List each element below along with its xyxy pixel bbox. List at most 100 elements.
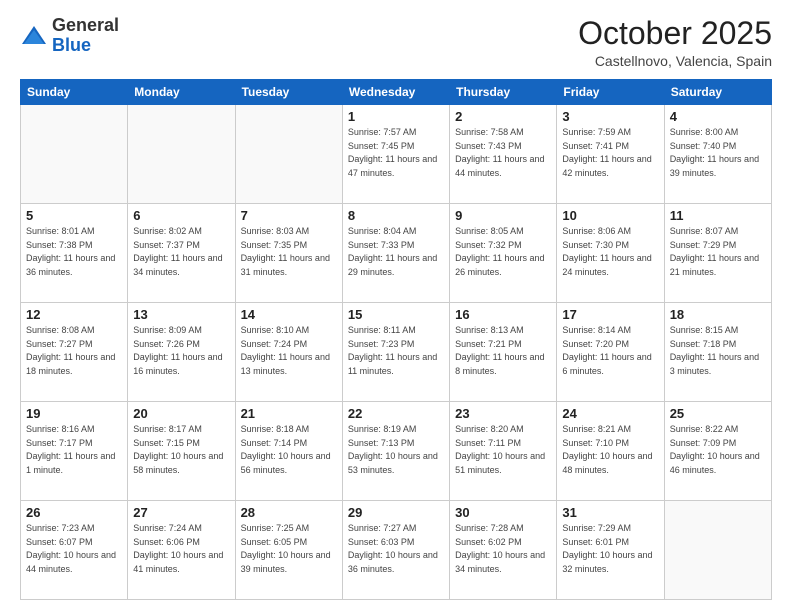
calendar-cell: 11 Sunrise: 8:07 AMSunset: 7:29 PMDayligh…: [664, 204, 771, 303]
day-info: Sunrise: 8:13 AMSunset: 7:21 PMDaylight:…: [455, 324, 551, 378]
day-info: Sunrise: 8:16 AMSunset: 7:17 PMDaylight:…: [26, 423, 122, 477]
calendar-cell: 19 Sunrise: 8:16 AMSunset: 7:17 PMDayligh…: [21, 402, 128, 501]
day-number: 11: [670, 208, 766, 223]
calendar-cell: 5 Sunrise: 8:01 AMSunset: 7:38 PMDaylight…: [21, 204, 128, 303]
calendar-cell: 28 Sunrise: 7:25 AMSunset: 6:05 PMDayligh…: [235, 501, 342, 600]
day-number: 22: [348, 406, 444, 421]
calendar-cell: 8Sunrise: 8:04 AMSunset: 7:33 PMDaylight…: [342, 204, 449, 303]
day-number: 4: [670, 109, 766, 124]
calendar-cell: 20 Sunrise: 8:17 AMSunset: 7:15 PMDayligh…: [128, 402, 235, 501]
day-number: 24: [562, 406, 658, 421]
calendar-week-1: 1 Sunrise: 7:57 AMSunset: 7:45 PMDaylight…: [21, 105, 772, 204]
day-number: 31: [562, 505, 658, 520]
day-number: 14: [241, 307, 337, 322]
calendar-cell: [128, 105, 235, 204]
calendar-cell: 26 Sunrise: 7:23 AMSunset: 6:07 PMDayligh…: [21, 501, 128, 600]
calendar-cell: 24 Sunrise: 8:21 AMSunset: 7:10 PMDayligh…: [557, 402, 664, 501]
day-number: 6: [133, 208, 229, 223]
col-saturday: Saturday: [664, 80, 771, 105]
day-number: 26: [26, 505, 122, 520]
day-number: 10: [562, 208, 658, 223]
day-number: 2: [455, 109, 551, 124]
day-number: 25: [670, 406, 766, 421]
day-info: Sunrise: 7:57 AMSunset: 7:45 PMDaylight:…: [348, 126, 444, 180]
day-info: Sunrise: 8:18 AMSunset: 7:14 PMDaylight:…: [241, 423, 337, 477]
calendar-week-3: 12 Sunrise: 8:08 AMSunset: 7:27 PMDayligh…: [21, 303, 772, 402]
calendar-week-4: 19 Sunrise: 8:16 AMSunset: 7:17 PMDayligh…: [21, 402, 772, 501]
calendar-cell: 18 Sunrise: 8:15 AMSunset: 7:18 PMDayligh…: [664, 303, 771, 402]
calendar-table: Sunday Monday Tuesday Wednesday Thursday…: [20, 79, 772, 600]
day-info: Sunrise: 8:15 AMSunset: 7:18 PMDaylight:…: [670, 324, 766, 378]
day-info: Sunrise: 8:04 AMSunset: 7:33 PMDaylight:…: [348, 225, 444, 279]
day-number: 27: [133, 505, 229, 520]
calendar-cell: 30Sunrise: 7:28 AMSunset: 6:02 PMDayligh…: [450, 501, 557, 600]
calendar-cell: 31Sunrise: 7:29 AMSunset: 6:01 PMDayligh…: [557, 501, 664, 600]
calendar-week-2: 5 Sunrise: 8:01 AMSunset: 7:38 PMDaylight…: [21, 204, 772, 303]
day-number: 19: [26, 406, 122, 421]
calendar-cell: 10 Sunrise: 8:06 AMSunset: 7:30 PMDayligh…: [557, 204, 664, 303]
day-number: 3: [562, 109, 658, 124]
calendar-cell: 1 Sunrise: 7:57 AMSunset: 7:45 PMDaylight…: [342, 105, 449, 204]
calendar-cell: 12 Sunrise: 8:08 AMSunset: 7:27 PMDayligh…: [21, 303, 128, 402]
day-info: Sunrise: 8:11 AMSunset: 7:23 PMDaylight:…: [348, 324, 444, 378]
day-info: Sunrise: 8:22 AMSunset: 7:09 PMDaylight:…: [670, 423, 766, 477]
day-info: Sunrise: 7:58 AMSunset: 7:43 PMDaylight:…: [455, 126, 551, 180]
calendar-cell: 29 Sunrise: 7:27 AMSunset: 6:03 PMDayligh…: [342, 501, 449, 600]
day-number: 15: [348, 307, 444, 322]
logo-general: General: [52, 15, 119, 35]
day-info: Sunrise: 8:01 AMSunset: 7:38 PMDaylight:…: [26, 225, 122, 279]
calendar-week-5: 26 Sunrise: 7:23 AMSunset: 6:07 PMDayligh…: [21, 501, 772, 600]
day-info: Sunrise: 8:19 AMSunset: 7:13 PMDaylight:…: [348, 423, 444, 477]
logo-text: General Blue: [52, 16, 119, 56]
calendar-cell: 14 Sunrise: 8:10 AMSunset: 7:24 PMDayligh…: [235, 303, 342, 402]
day-info: Sunrise: 8:21 AMSunset: 7:10 PMDaylight:…: [562, 423, 658, 477]
day-info: Sunrise: 8:10 AMSunset: 7:24 PMDaylight:…: [241, 324, 337, 378]
calendar-cell: 16Sunrise: 8:13 AMSunset: 7:21 PMDayligh…: [450, 303, 557, 402]
day-info: Sunrise: 7:23 AMSunset: 6:07 PMDaylight:…: [26, 522, 122, 576]
day-info: Sunrise: 8:20 AMSunset: 7:11 PMDaylight:…: [455, 423, 551, 477]
day-info: Sunrise: 8:08 AMSunset: 7:27 PMDaylight:…: [26, 324, 122, 378]
header: General Blue October 2025 Castellnovo, V…: [20, 16, 772, 69]
day-info: Sunrise: 8:07 AMSunset: 7:29 PMDaylight:…: [670, 225, 766, 279]
day-number: 28: [241, 505, 337, 520]
day-number: 20: [133, 406, 229, 421]
calendar-cell: 7Sunrise: 8:03 AMSunset: 7:35 PMDaylight…: [235, 204, 342, 303]
day-info: Sunrise: 7:27 AMSunset: 6:03 PMDaylight:…: [348, 522, 444, 576]
day-number: 12: [26, 307, 122, 322]
day-info: Sunrise: 8:02 AMSunset: 7:37 PMDaylight:…: [133, 225, 229, 279]
day-info: Sunrise: 7:25 AMSunset: 6:05 PMDaylight:…: [241, 522, 337, 576]
day-number: 17: [562, 307, 658, 322]
day-number: 1: [348, 109, 444, 124]
page: General Blue October 2025 Castellnovo, V…: [0, 0, 792, 612]
calendar-cell: 3Sunrise: 7:59 AMSunset: 7:41 PMDaylight…: [557, 105, 664, 204]
title-area: October 2025 Castellnovo, Valencia, Spai…: [578, 16, 772, 69]
day-info: Sunrise: 7:24 AMSunset: 6:06 PMDaylight:…: [133, 522, 229, 576]
day-info: Sunrise: 7:28 AMSunset: 6:02 PMDaylight:…: [455, 522, 551, 576]
logo: General Blue: [20, 16, 119, 56]
day-number: 18: [670, 307, 766, 322]
location: Castellnovo, Valencia, Spain: [578, 53, 772, 69]
calendar-cell: [235, 105, 342, 204]
calendar-header-row: Sunday Monday Tuesday Wednesday Thursday…: [21, 80, 772, 105]
calendar-cell: 13Sunrise: 8:09 AMSunset: 7:26 PMDayligh…: [128, 303, 235, 402]
col-sunday: Sunday: [21, 80, 128, 105]
logo-blue: Blue: [52, 35, 91, 55]
calendar-cell: 2 Sunrise: 7:58 AMSunset: 7:43 PMDaylight…: [450, 105, 557, 204]
calendar-cell: [664, 501, 771, 600]
day-number: 21: [241, 406, 337, 421]
day-info: Sunrise: 8:05 AMSunset: 7:32 PMDaylight:…: [455, 225, 551, 279]
day-number: 9: [455, 208, 551, 223]
day-info: Sunrise: 8:00 AMSunset: 7:40 PMDaylight:…: [670, 126, 766, 180]
day-number: 29: [348, 505, 444, 520]
calendar-cell: 22 Sunrise: 8:19 AMSunset: 7:13 PMDayligh…: [342, 402, 449, 501]
day-number: 5: [26, 208, 122, 223]
calendar-cell: 25 Sunrise: 8:22 AMSunset: 7:09 PMDayligh…: [664, 402, 771, 501]
col-thursday: Thursday: [450, 80, 557, 105]
calendar-cell: 21 Sunrise: 8:18 AMSunset: 7:14 PMDayligh…: [235, 402, 342, 501]
day-info: Sunrise: 8:09 AMSunset: 7:26 PMDaylight:…: [133, 324, 229, 378]
month-title: October 2025: [578, 16, 772, 51]
day-info: Sunrise: 8:17 AMSunset: 7:15 PMDaylight:…: [133, 423, 229, 477]
logo-icon: [20, 22, 48, 50]
col-friday: Friday: [557, 80, 664, 105]
day-info: Sunrise: 8:06 AMSunset: 7:30 PMDaylight:…: [562, 225, 658, 279]
